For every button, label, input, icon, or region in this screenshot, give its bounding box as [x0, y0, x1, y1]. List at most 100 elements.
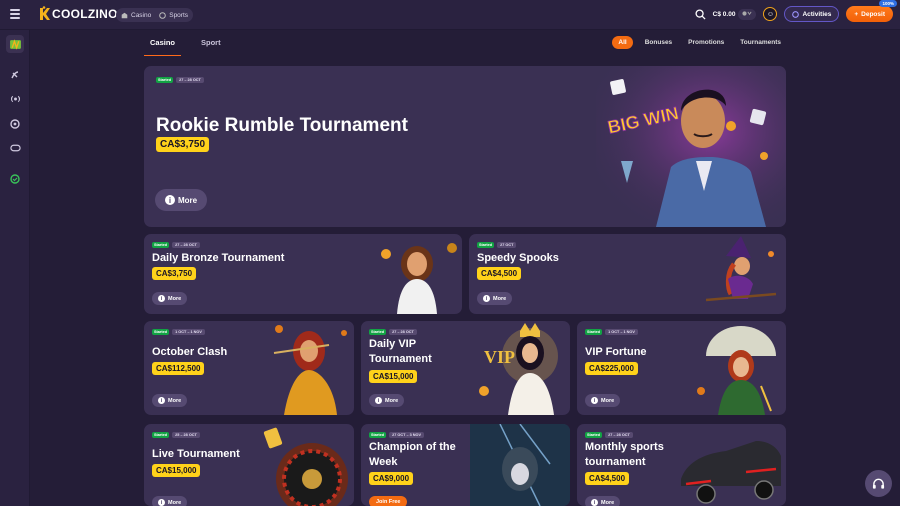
status-badge: Started — [585, 432, 603, 438]
card-title: Daily VIP — [369, 338, 417, 350]
status-badge: Started — [369, 329, 387, 335]
more-button[interactable]: i More — [585, 496, 621, 506]
more-label: More — [168, 397, 182, 404]
deposit-label: Deposit — [861, 10, 885, 18]
more-button[interactable]: i More — [477, 292, 513, 305]
prize-badge: CA$3,750 — [156, 137, 210, 152]
card-meta: Started 27 – 28 OCT — [156, 77, 204, 83]
game-icon[interactable] — [6, 35, 24, 53]
promo-card-daily-bronze[interactable]: Started 27 – 28 OCT Daily Bronze Tournam… — [144, 234, 462, 314]
avatar[interactable]: ☺ — [763, 7, 778, 21]
date-badge: 1 OCT – 1 NOV — [172, 329, 205, 335]
prize-badge: CA$4,500 — [477, 267, 522, 280]
currency-dropdown[interactable] — [738, 8, 757, 20]
more-button[interactable]: i More — [155, 189, 208, 211]
status-badge: Started — [477, 242, 495, 248]
logo-text: COOLZINO — [52, 7, 118, 21]
deposit-button[interactable]: + Deposit 100% — [846, 0, 897, 22]
card-meta: Started 27 OCT — [477, 242, 517, 248]
promo-card-monthly-sports[interactable]: Started 27 – 28 OCT Monthly sports tourn… — [577, 424, 786, 506]
filter-tournaments[interactable]: Tournaments — [736, 36, 785, 49]
more-button[interactable]: i More — [152, 394, 188, 407]
plus-icon: + — [854, 10, 859, 18]
prize-badge: CA$15,000 — [152, 464, 201, 477]
category-tabs: Casino Sport — [144, 34, 227, 56]
logo[interactable]: COOLZINO — [38, 6, 118, 22]
status-badge: Started — [152, 329, 170, 335]
card-meta: Started 1 OCT – 1 NOV — [585, 329, 638, 335]
date-badge: 27 OCT – 3 NOV — [389, 432, 425, 438]
live-icon[interactable] — [8, 92, 22, 106]
witch-illustration — [705, 236, 777, 302]
promo-card-speedy-spooks[interactable]: Started 27 OCT Speedy Spooks CA$4,500 iM… — [469, 234, 786, 314]
promo-card-vip-fortune[interactable]: Started 1 OCT – 1 NOV VIP Fortune CA$225… — [577, 321, 786, 415]
card-title: Champion of the — [369, 441, 456, 453]
tab-sport[interactable]: Sport — [195, 34, 227, 56]
status-badge: Started — [152, 432, 170, 438]
filter-bonuses[interactable]: Bonuses — [641, 36, 676, 49]
sidebar — [0, 30, 30, 506]
activities-label: Activities — [802, 10, 832, 18]
activities-icon — [792, 10, 800, 18]
top-bar: COOLZINO Casino Sports C$ 0.00 ☺ Activit… — [0, 0, 900, 30]
card-meta: Started 1 OCT – 1 NOV — [152, 329, 205, 335]
filter-promotions[interactable]: Promotions — [684, 36, 728, 49]
tab-casino[interactable]: Casino — [144, 34, 182, 56]
nav-sports-label: Sports — [169, 11, 189, 19]
more-button[interactable]: i More — [152, 292, 188, 305]
more-button[interactable]: i More — [152, 496, 188, 506]
hockey-player-illustration — [470, 424, 570, 506]
promo-card-daily-vip[interactable]: Started 27 – 28 OCT Daily VIP Tournament… — [361, 321, 570, 415]
football-icon[interactable] — [8, 117, 22, 131]
status-badge: Started — [369, 432, 387, 438]
menu-icon[interactable] — [10, 9, 20, 19]
card-title: Monthly sports — [585, 441, 664, 453]
more-label: More — [493, 295, 507, 302]
card-title: October Clash — [152, 346, 228, 358]
sport-icon[interactable] — [8, 68, 22, 82]
activities-button[interactable]: Activities — [784, 6, 840, 22]
more-label: More — [385, 397, 399, 404]
card-title-line2: Week — [369, 456, 398, 468]
sports-icon — [159, 11, 167, 19]
status-badge: Started — [156, 77, 174, 83]
prize-badge: CA$15,000 — [369, 370, 418, 383]
prize-badge: CA$225,000 — [585, 362, 638, 375]
info-icon: i — [165, 195, 175, 205]
support-chat-button[interactable] — [865, 470, 892, 497]
more-label: More — [168, 499, 182, 506]
filter-bar: All Bonuses Promotions Tournaments — [612, 36, 785, 49]
date-badge: 27 – 28 OCT — [176, 77, 204, 83]
prize-badge: CA$9,000 — [369, 472, 414, 485]
promo-card-rookie-rumble[interactable]: Started 27 – 28 OCT Rookie Rumble Tourna… — [144, 66, 786, 227]
nav-sports[interactable]: Sports — [159, 12, 188, 19]
bonus-icon[interactable] — [8, 172, 22, 186]
info-icon: i — [591, 499, 598, 506]
balance[interactable]: C$ 0.00 — [713, 8, 757, 20]
card-title: Rookie Rumble Tournament — [156, 115, 408, 136]
card-title-line2: Tournament — [369, 353, 432, 365]
card-title: Daily Bronze Tournament — [152, 252, 285, 264]
prize-badge: CA$4,500 — [585, 472, 630, 485]
esports-icon[interactable] — [8, 141, 22, 155]
more-button[interactable]: i More — [585, 394, 621, 407]
join-free-button[interactable]: Join Free — [369, 496, 408, 506]
chevron-down-icon — [742, 10, 752, 16]
card-title-line2: tournament — [585, 456, 646, 468]
promo-card-live-tournament[interactable]: Started 25 – 28 OCT Live Tournament CA$1… — [144, 424, 354, 506]
warrior-woman-illustration — [381, 243, 457, 314]
header-actions: C$ 0.00 ☺ Activities + Deposit 100% — [695, 0, 897, 22]
date-badge: 1 OCT – 1 NOV — [605, 329, 638, 335]
info-icon: i — [158, 397, 165, 404]
promo-card-champion-week[interactable]: Started 27 OCT – 3 NOV Champion of the W… — [361, 424, 570, 506]
card-meta: Started 25 – 28 OCT — [152, 432, 200, 438]
promo-card-october-clash[interactable]: Started 1 OCT – 1 NOV October Clash CA$1… — [144, 321, 354, 415]
search-icon[interactable] — [695, 8, 706, 20]
more-button[interactable]: i More — [369, 394, 405, 407]
filter-all[interactable]: All — [612, 36, 633, 49]
status-badge: Started — [152, 242, 170, 248]
more-label: More — [178, 195, 198, 205]
casino-icon — [121, 12, 128, 18]
nav-casino[interactable]: Casino — [121, 12, 151, 19]
date-badge: 27 – 28 OCT — [389, 329, 417, 335]
